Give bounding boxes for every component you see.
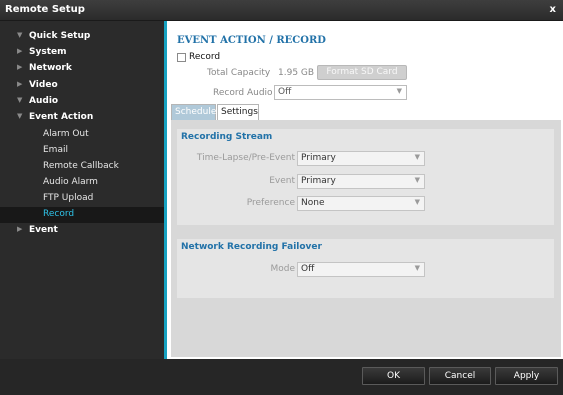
tab-label: Settings [221,107,258,117]
sidebar-item-label: Event [29,225,58,235]
sidebar-item-alarm-out[interactable]: Alarm Out [0,127,164,143]
sidebar-item-label: Audio [29,96,59,106]
chevron-down-icon: ▼ [17,96,23,104]
sidebar-item-label: Network [29,63,72,73]
tab-schedule[interactable]: Schedule [171,104,216,120]
sidebar-item-ftp-upload[interactable]: FTP Upload [0,191,164,207]
total-capacity-value: 1.95 GB [278,68,315,78]
recording-stream-title: Recording Stream [181,132,273,142]
network-failover-title: Network Recording Failover [181,242,322,252]
event-label: Event [269,176,295,186]
sidebar-item-label: System [29,47,67,57]
record-checkbox[interactable] [177,53,186,62]
chevron-down-icon: ▼ [414,198,420,206]
ok-button[interactable]: OK [362,367,425,385]
mode-label: Mode [270,264,295,274]
sidebar-item-event-action[interactable]: ▼ Event Action [0,110,164,126]
close-button[interactable]: x [550,4,556,15]
select-value: None [301,198,325,208]
sidebar-item-label: Audio Alarm [43,177,98,187]
sidebar-item-label: Video [29,80,58,90]
recording-stream-group: Recording Stream Time-Lapse/Pre-Event Pr… [177,129,554,225]
chevron-right-icon: ▶ [17,47,23,55]
chevron-down-icon: ▼ [17,112,23,120]
sidebar-nav: ▼ Quick Setup ▶ System ▶ Network ▶ Video… [0,21,164,359]
sidebar-item-network[interactable]: ▶ Network [0,61,164,77]
window-title: Remote Setup [5,4,85,15]
preference-select[interactable]: None ▼ [297,196,425,211]
timelapse-label: Time-Lapse/Pre-Event [196,153,295,163]
title-bar: Remote Setup x [0,0,563,21]
mode-select[interactable]: Off ▼ [297,262,425,277]
sidebar-item-record[interactable]: Record [0,207,164,223]
event-select[interactable]: Primary ▼ [297,174,425,189]
main-panel: EVENT ACTION / RECORD Record Total Capac… [167,21,563,359]
chevron-down-icon: ▼ [17,31,23,39]
select-value: Primary [301,153,336,163]
sidebar-item-label: Event Action [29,112,94,122]
page-title: EVENT ACTION / RECORD [177,35,326,46]
chevron-right-icon: ▶ [17,80,23,88]
sidebar-item-remote-callback[interactable]: Remote Callback [0,159,164,175]
timelapse-select[interactable]: Primary ▼ [297,151,425,166]
sidebar-item-audio[interactable]: ▼ Audio [0,94,164,110]
sidebar-item-label: Record [43,209,75,219]
network-failover-group: Network Recording Failover Mode Off ▼ [177,239,554,298]
select-value: Off [301,264,315,274]
preference-label: Preference [246,198,295,208]
sidebar-item-label: Remote Callback [43,161,119,171]
chevron-right-icon: ▶ [17,63,23,71]
format-sd-card-button[interactable]: Format SD Card [317,65,407,80]
sidebar-item-system[interactable]: ▶ System [0,45,164,61]
dialog-footer: OK Cancel Apply [0,359,563,395]
chevron-down-icon: ▼ [414,264,420,272]
sidebar-item-event[interactable]: ▶ Event [0,223,164,239]
sidebar-item-email[interactable]: Email [0,143,164,159]
sidebar-item-label: FTP Upload [43,193,94,203]
apply-button[interactable]: Apply [495,367,558,385]
total-capacity-label: Total Capacity [207,68,271,78]
sidebar-item-label: Alarm Out [43,129,89,139]
select-value: Off [278,87,292,97]
tab-settings[interactable]: Settings [217,104,259,120]
chevron-down-icon: ▼ [396,87,402,95]
record-audio-label: Record Audio [213,88,273,98]
record-checkbox-label: Record [189,52,221,62]
sidebar-item-label: Email [43,145,68,155]
chevron-down-icon: ▼ [414,153,420,161]
record-audio-select[interactable]: Off ▼ [274,85,407,100]
sidebar-item-label: Quick Setup [29,31,91,41]
sidebar-item-quick-setup[interactable]: ▼ Quick Setup [0,29,164,45]
sidebar-item-video[interactable]: ▶ Video [0,78,164,94]
chevron-right-icon: ▶ [17,225,23,233]
sidebar-item-audio-alarm[interactable]: Audio Alarm [0,175,164,191]
settings-tab-panel: Recording Stream Time-Lapse/Pre-Event Pr… [171,120,561,357]
chevron-down-icon: ▼ [414,176,420,184]
cancel-button[interactable]: Cancel [429,367,491,385]
tab-label: Schedule [175,107,217,117]
select-value: Primary [301,176,336,186]
